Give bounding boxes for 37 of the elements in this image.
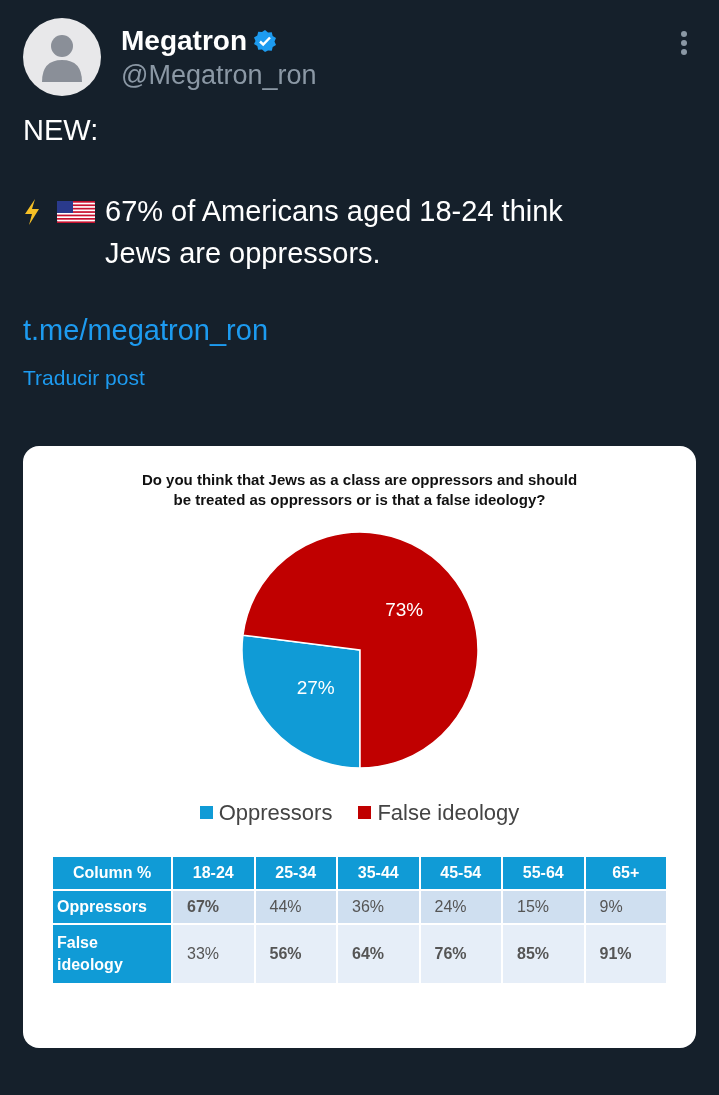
legend-label: Oppressors xyxy=(218,798,333,827)
column-header: Column % xyxy=(52,855,172,890)
post-image[interactable] xyxy=(23,445,696,1048)
table-cell: 67% xyxy=(172,889,255,924)
table-cell: 56% xyxy=(254,923,337,984)
user-handle[interactable]: @Megatron_ron xyxy=(121,58,317,92)
table-cell: 44% xyxy=(254,889,337,924)
column-header: 18-24 xyxy=(172,855,255,890)
post-text: 67% of Americans aged 18-24 think Jews are oppressors. xyxy=(105,194,564,271)
table-cell: 85% xyxy=(502,923,585,984)
data-label: 73% xyxy=(384,598,423,620)
column-header: 45-54 xyxy=(419,855,502,890)
legend-label: False ideology xyxy=(377,798,520,827)
column-header: 25-34 xyxy=(254,855,337,890)
table-cell: 91% xyxy=(584,923,667,984)
translate-link[interactable]: Traducir post xyxy=(23,362,145,394)
display-name[interactable]: Megatron xyxy=(121,24,247,58)
table-cell: 36% xyxy=(337,889,420,924)
lightning-icon xyxy=(23,199,41,225)
row-header: Oppressors xyxy=(52,889,172,924)
post-text: NEW: xyxy=(23,113,100,148)
table-cell: 64% xyxy=(337,923,420,984)
row-header: False ideology xyxy=(52,923,172,984)
data-label: 27% xyxy=(296,676,335,698)
table-cell: 76% xyxy=(419,923,502,984)
more-options-icon[interactable] xyxy=(680,30,688,56)
column-header: 65+ xyxy=(584,855,667,890)
table-cell: 15% xyxy=(502,889,585,924)
post-link[interactable]: t.me/megatron_ron xyxy=(23,310,268,350)
chart-title: Do you think that Jews as a class are oppressors and should be treated as oppressors or is that a false ideology? xyxy=(140,469,579,510)
column-header: 35-44 xyxy=(337,855,420,890)
table-cell: 9% xyxy=(584,889,667,924)
column-header: 55-64 xyxy=(502,855,585,890)
table-cell: 33% xyxy=(172,923,255,984)
table-cell: 24% xyxy=(419,889,502,924)
user-silhouette-icon xyxy=(40,32,84,82)
flag-icon xyxy=(57,201,95,223)
